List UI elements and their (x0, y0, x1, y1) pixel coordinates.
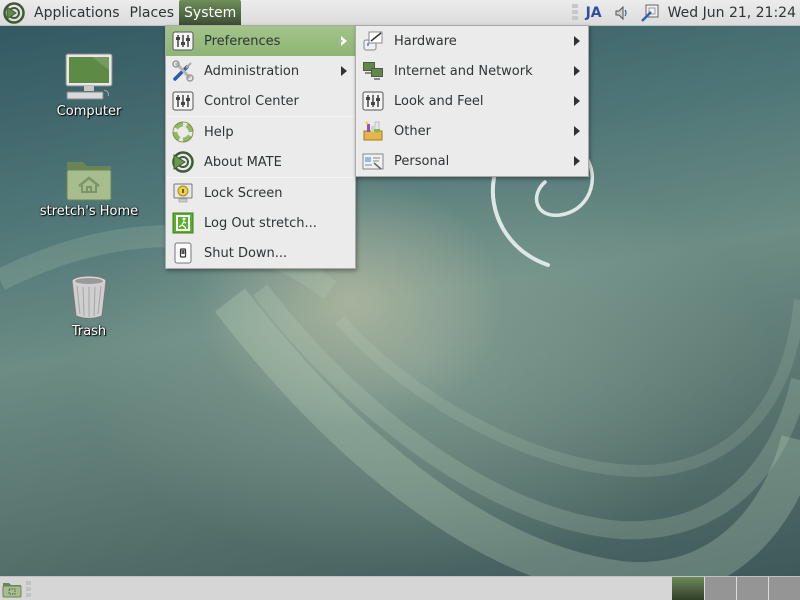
menu-item-personal[interactable]: Personal (356, 146, 588, 176)
top-panel: Applications Places System JA Wed Jun 21… (0, 0, 800, 26)
menu-item-lock-screen[interactable]: Lock Screen (166, 178, 355, 208)
menu-item-label: Personal (394, 153, 450, 169)
desktop-icon-computer[interactable]: Computer (34, 46, 144, 119)
computer-icon (61, 46, 117, 102)
home-folder-icon (61, 146, 117, 202)
main-menu-bar: Applications Places System (0, 0, 242, 26)
workspace-1[interactable] (672, 577, 704, 600)
sticky-notes-icon[interactable] (640, 3, 660, 23)
shut-down-icon (171, 241, 195, 265)
submenu-arrow-icon (574, 66, 580, 76)
control-center-icon (171, 89, 195, 113)
menu-item-label: Other (394, 123, 431, 139)
panel-drag-handle[interactable] (26, 581, 31, 597)
menu-item-label: Look and Feel (394, 93, 484, 109)
keyboard-layout-indicator[interactable]: JA (586, 5, 602, 21)
hardware-icon (361, 29, 385, 53)
submenu-arrow-icon (574, 126, 580, 136)
menu-item-label: Administration (204, 63, 300, 79)
desktop-icon-label: Trash (71, 324, 107, 339)
menu-item-look-and-feel[interactable]: Look and Feel (356, 86, 588, 116)
system-menu[interactable]: System (179, 0, 242, 26)
menu-item-about-mate[interactable]: About MATE (166, 147, 355, 177)
places-menu[interactable]: Places (125, 0, 180, 26)
menu-item-label: Preferences (204, 33, 281, 49)
system-menu-dropdown: Preferences Administration Control Cente… (165, 25, 356, 269)
menu-item-label: Hardware (394, 33, 457, 49)
help-icon (171, 120, 195, 144)
menu-item-preferences[interactable]: Preferences (166, 26, 355, 56)
menu-item-hardware[interactable]: Hardware (356, 26, 588, 56)
desktop-icon-label: stretch's Home (39, 204, 139, 219)
panel-drag-handle[interactable] (571, 4, 578, 22)
workspace-3[interactable] (736, 577, 768, 600)
other-icon (361, 119, 385, 143)
submenu-arrow-icon (574, 96, 580, 106)
trash-icon (61, 266, 117, 322)
menu-item-label: Shut Down... (204, 245, 288, 261)
administration-icon (171, 59, 195, 83)
submenu-arrow-icon (574, 36, 580, 46)
lock-screen-icon (171, 181, 195, 205)
menu-item-label: Internet and Network (394, 63, 533, 79)
menu-item-label: Help (204, 124, 234, 140)
submenu-arrow-icon (339, 36, 347, 46)
menu-item-help[interactable]: Help (166, 117, 355, 147)
show-desktop-icon[interactable] (2, 579, 22, 599)
submenu-arrow-icon (341, 66, 347, 76)
menu-item-other[interactable]: Other (356, 116, 588, 146)
mate-logo-icon (171, 150, 195, 174)
preferences-icon (171, 29, 195, 53)
mate-logo-icon[interactable] (3, 2, 25, 24)
preferences-submenu: Hardware Internet and Network Look and F… (355, 25, 589, 177)
applications-menu[interactable]: Applications (29, 0, 125, 26)
look-and-feel-icon (361, 89, 385, 113)
menu-item-shut-down[interactable]: Shut Down... (166, 238, 355, 268)
desktop-icon-trash[interactable]: Trash (34, 266, 144, 339)
notification-area: JA Wed Jun 21, 21:24 (571, 0, 800, 26)
desktop-icon-label: Computer (56, 104, 122, 119)
menu-item-label: About MATE (204, 154, 282, 170)
submenu-arrow-icon (574, 156, 580, 166)
menu-item-control-center[interactable]: Control Center (166, 86, 355, 116)
menu-item-administration[interactable]: Administration (166, 56, 355, 86)
menu-item-label: Control Center (204, 93, 299, 109)
menu-item-log-out[interactable]: Log Out stretch... (166, 208, 355, 238)
workspace-switcher (672, 577, 800, 600)
log-out-icon (171, 211, 195, 235)
speaker-icon[interactable] (612, 3, 632, 23)
menu-item-label: Lock Screen (204, 185, 283, 201)
menu-item-internet-and-network[interactable]: Internet and Network (356, 56, 588, 86)
desktop-icon-home[interactable]: stretch's Home (34, 146, 144, 219)
network-icon (361, 59, 385, 83)
menu-item-label: Log Out stretch... (204, 215, 317, 231)
bottom-panel (0, 576, 800, 600)
workspace-4[interactable] (768, 577, 800, 600)
personal-icon (361, 149, 385, 173)
workspace-2[interactable] (704, 577, 736, 600)
clock[interactable]: Wed Jun 21, 21:24 (668, 5, 800, 21)
